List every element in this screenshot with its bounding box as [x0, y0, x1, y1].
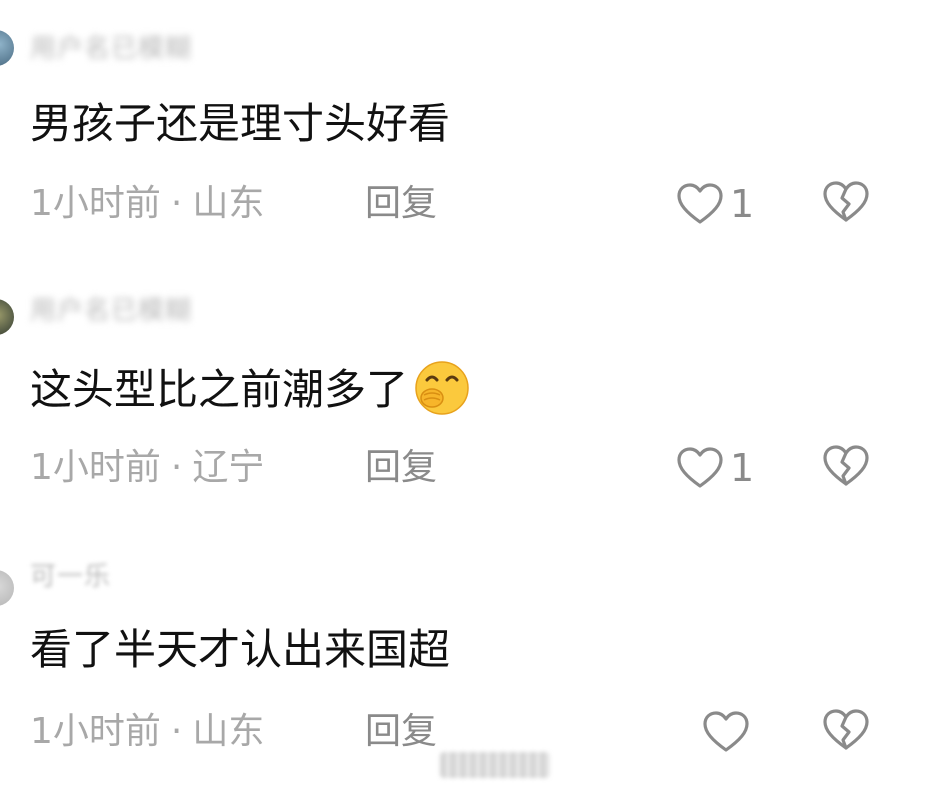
like-button[interactable] [702, 708, 756, 756]
comment-meta: 1小时前 · 辽宁 [30, 446, 264, 490]
watermark [440, 752, 550, 778]
comment-item: 可一乐 看了半天才认出来国超 1小时前 · 山东 回复 [0, 0, 927, 752]
broken-heart-icon [822, 708, 870, 752]
comment-text[interactable]: 看了半天才认出来国超 [30, 622, 450, 678]
smiling-face-with-hand-over-mouth-icon [412, 358, 472, 418]
comment-text[interactable]: 这头型比之前潮多了 [30, 358, 472, 418]
comment-time: 1小时前 [30, 447, 161, 488]
username[interactable]: 可一乐 [30, 556, 111, 592]
comment-time: 1小时前 [30, 711, 161, 752]
heart-icon [702, 710, 750, 754]
dislike-button[interactable] [822, 444, 870, 488]
like-button[interactable]: 1 [676, 444, 754, 492]
broken-heart-icon [822, 444, 870, 488]
username[interactable]: 用户名已模糊 [30, 290, 192, 326]
comment-location: 辽宁 [192, 447, 265, 488]
reply-button[interactable]: 回复 [365, 710, 437, 754]
comment-meta: 1小时前 · 山东 [30, 710, 264, 754]
meta-separator: · [170, 447, 183, 488]
heart-icon [676, 446, 724, 490]
avatar[interactable] [0, 570, 14, 606]
meta-separator: · [170, 711, 183, 752]
like-count: 1 [730, 446, 755, 490]
comment-location: 山东 [192, 711, 265, 752]
comment-text-body: 这头型比之前潮多了 [30, 365, 409, 414]
avatar[interactable] [0, 299, 14, 335]
reply-button[interactable]: 回复 [365, 446, 437, 490]
dislike-button[interactable] [822, 708, 870, 752]
